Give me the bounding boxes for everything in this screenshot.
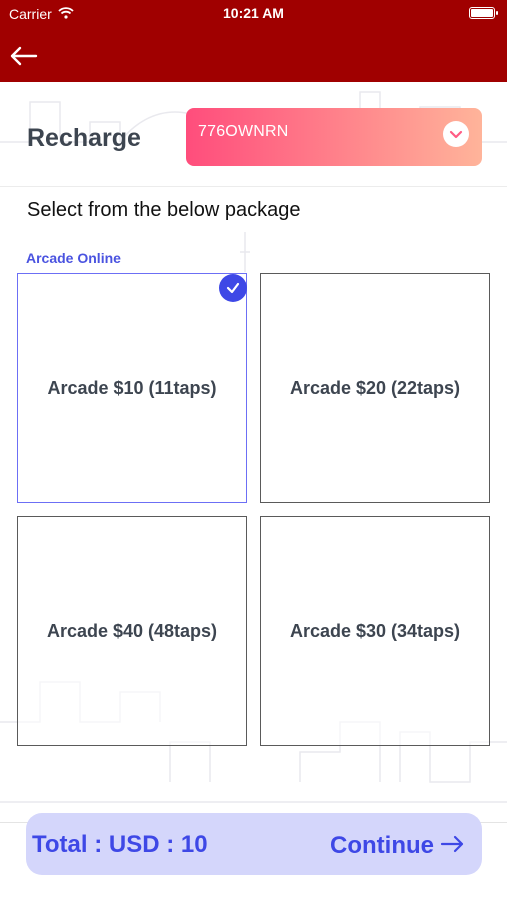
arrow-left-icon: [10, 46, 38, 66]
back-button[interactable]: [8, 42, 42, 70]
category-label: Arcade Online: [26, 250, 121, 266]
card-select-dropdown[interactable]: 776OWNRN: [186, 108, 482, 166]
total-amount: Total : USD : 10: [32, 831, 208, 858]
package-card[interactable]: Arcade $20 (22taps): [260, 273, 490, 503]
top-header: Carrier 10:21 AM: [0, 0, 507, 82]
battery-icon: [469, 7, 498, 19]
status-bar: Carrier 10:21 AM: [0, 0, 507, 28]
card-select-value: 776OWNRN: [198, 123, 289, 140]
package-card[interactable]: Arcade $10 (11taps): [17, 273, 247, 503]
package-label: Arcade $10 (11taps): [47, 377, 217, 398]
section-title: Select from the below package: [27, 199, 301, 221]
recharge-label: Recharge: [27, 124, 141, 152]
package-label: Arcade $20 (22taps): [289, 377, 461, 398]
package-card[interactable]: Arcade $30 (34taps): [260, 516, 490, 746]
continue-label: Continue: [330, 832, 434, 859]
package-label: Arcade $40 (48taps): [46, 620, 218, 641]
checkmark-icon: [219, 274, 247, 302]
header-divider: [0, 186, 507, 187]
status-time: 10:21 AM: [223, 5, 284, 21]
arrow-right-icon: [440, 834, 466, 859]
package-card[interactable]: Arcade $40 (48taps): [17, 516, 247, 746]
continue-button[interactable]: Continue: [330, 828, 466, 864]
package-label: Arcade $30 (34taps): [289, 620, 461, 641]
chevron-down-icon: [443, 121, 469, 147]
